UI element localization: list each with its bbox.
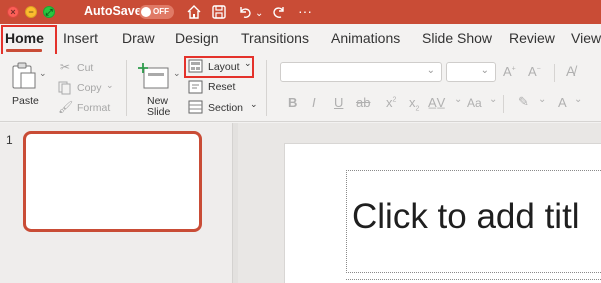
paste-button[interactable]: Paste xyxy=(12,95,39,107)
font-family-dropdown[interactable]: ⌄ xyxy=(280,62,442,82)
increase-font-size-icon[interactable]: A+ xyxy=(503,64,516,79)
strikethrough-icon[interactable]: ab xyxy=(356,95,370,110)
highlighter-icon[interactable]: ✎ xyxy=(518,94,529,110)
slide-number: 1 xyxy=(6,133,13,147)
layout-button-highlight xyxy=(184,56,254,78)
section-icon xyxy=(188,100,203,114)
font-color-dropdown-chevron-icon[interactable]: ⌄ xyxy=(574,94,582,105)
decrease-font-size-icon[interactable]: A− xyxy=(528,64,541,79)
font-size-dropdown[interactable]: ⌄ xyxy=(446,62,496,82)
character-spacing-icon[interactable]: A̲V̲ xyxy=(428,95,445,110)
tab-animations[interactable]: Animations xyxy=(331,30,400,46)
italic-icon[interactable]: I xyxy=(312,95,316,110)
chevron-down-icon: ⌄ xyxy=(480,65,489,76)
tab-design[interactable]: Design xyxy=(175,30,219,46)
section-dropdown-chevron-icon[interactable]: ⌄ xyxy=(250,99,258,110)
tab-review[interactable]: Review xyxy=(509,30,555,46)
scissors-icon: ✂ xyxy=(60,60,71,74)
section-button[interactable]: Section xyxy=(208,102,243,114)
undo-dropdown-chevron-icon[interactable]: ⌄ xyxy=(255,5,263,23)
autosave-state: OFF xyxy=(153,7,169,16)
bold-icon[interactable]: B xyxy=(288,95,297,110)
copy-icon xyxy=(58,81,71,95)
tab-view[interactable]: View xyxy=(571,30,601,46)
save-icon[interactable] xyxy=(211,4,227,20)
subscript-icon[interactable]: x2 xyxy=(409,95,419,113)
fullscreen-icon: ⤢ xyxy=(45,7,53,17)
slide-thumbnail[interactable] xyxy=(23,131,202,232)
subtitle-placeholder[interactable] xyxy=(346,279,601,283)
format-painter-icon: 🖌 xyxy=(58,100,74,114)
autosave-label: AutoSave xyxy=(84,4,142,18)
ribbon-separator xyxy=(126,60,127,116)
highlight-dropdown-chevron-icon[interactable]: ⌄ xyxy=(538,94,546,105)
format-painter-button[interactable]: Format xyxy=(77,102,110,114)
more-options-icon[interactable]: ··· xyxy=(298,2,312,20)
ribbon-separator xyxy=(266,60,267,116)
copy-dropdown-chevron-icon[interactable]: ⌄ xyxy=(106,80,114,91)
tab-draw[interactable]: Draw xyxy=(122,30,155,46)
new-slide-dropdown-chevron-icon[interactable]: ⌄ xyxy=(173,68,181,79)
underline-icon[interactable]: U xyxy=(334,95,343,110)
autosave-toggle[interactable]: OFF xyxy=(139,5,174,19)
chevron-down-icon: ⌄ xyxy=(426,65,435,76)
ribbon-tabs: Home Insert Draw Design Transitions Anim… xyxy=(0,24,601,54)
change-case-dropdown-chevron-icon[interactable]: ⌄ xyxy=(489,94,497,105)
minimize-window-button[interactable]: − xyxy=(25,6,37,18)
tab-transitions[interactable]: Transitions xyxy=(241,30,309,46)
new-slide-label-line2[interactable]: Slide xyxy=(147,106,170,118)
undo-icon[interactable] xyxy=(237,4,253,20)
new-slide-icon[interactable] xyxy=(138,62,170,90)
ribbon-separator xyxy=(503,95,504,113)
maximize-window-button[interactable]: ⤢ xyxy=(43,6,55,18)
superscript-icon[interactable]: x2 xyxy=(386,95,396,110)
toggle-knob xyxy=(141,7,151,17)
character-spacing-dropdown-chevron-icon[interactable]: ⌄ xyxy=(454,94,462,105)
reset-icon xyxy=(188,80,203,94)
tab-insert[interactable]: Insert xyxy=(63,30,98,46)
home-icon[interactable] xyxy=(186,4,202,20)
change-case-icon[interactable]: Aa xyxy=(467,96,482,110)
paste-dropdown-chevron-icon[interactable]: ⌄ xyxy=(39,68,47,79)
tab-slide-show[interactable]: Slide Show xyxy=(422,30,492,46)
close-window-button[interactable]: × xyxy=(7,6,19,18)
title-bar: × − ⤢ AutoSave OFF ⌄ ··· xyxy=(0,0,601,24)
copy-button[interactable]: Copy xyxy=(77,82,102,94)
font-color-icon[interactable]: A xyxy=(558,95,567,110)
close-icon: × xyxy=(10,7,16,17)
redo-icon[interactable] xyxy=(271,4,287,20)
reset-button[interactable]: Reset xyxy=(208,81,235,93)
title-placeholder-text: Click to add titl xyxy=(352,197,580,236)
minimize-icon: − xyxy=(28,7,34,17)
paste-icon[interactable] xyxy=(10,62,42,90)
cut-button[interactable]: Cut xyxy=(77,62,93,74)
clear-formatting-icon[interactable]: A̸ xyxy=(566,63,575,79)
ribbon-home: ⌄ Paste ✂ Cut Copy ⌄ 🖌 Format ⌄ New Slid… xyxy=(0,54,601,122)
ribbon-separator xyxy=(554,64,555,82)
